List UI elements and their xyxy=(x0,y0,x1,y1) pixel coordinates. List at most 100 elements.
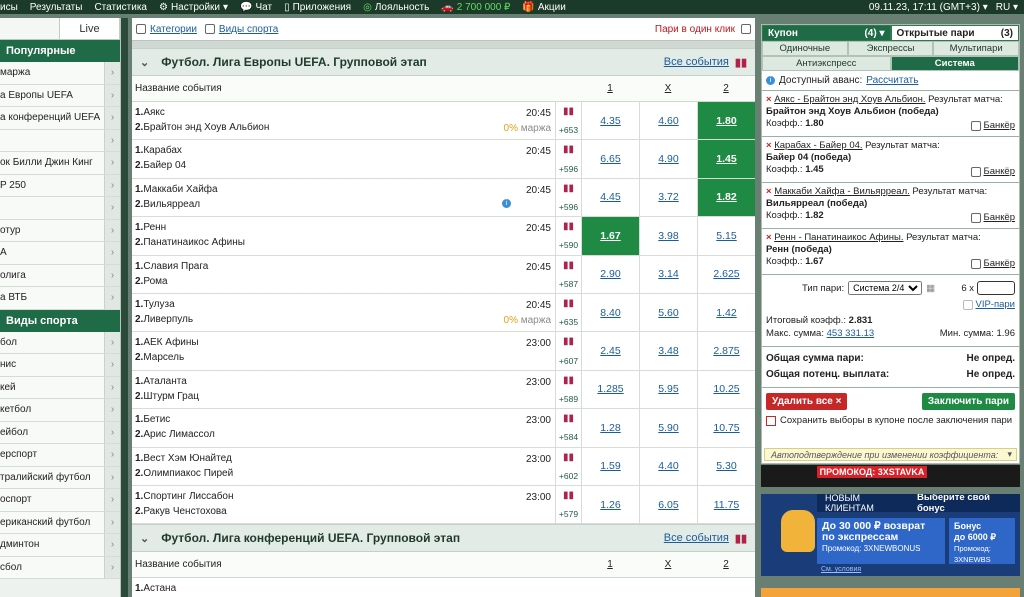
remove-icon[interactable]: × xyxy=(766,140,772,151)
team-home[interactable]: Маккаби Хайфа xyxy=(143,184,217,195)
odds-x[interactable]: 5.95 xyxy=(639,370,697,409)
banker-toggle[interactable]: Банкёр xyxy=(970,212,1015,224)
sports-item[interactable]: ериканский футбол › xyxy=(0,511,120,534)
event-row[interactable]: 1.Ренн 2.Панатинаикос Афины 20:45 ▮▮ +590 1.6… xyxy=(132,217,755,256)
team-away[interactable]: Ракув Ченстохова xyxy=(143,506,226,517)
sports-item[interactable]: кетбол › xyxy=(0,399,120,422)
event-row[interactable]: 1.Вест Хэм Юнайтед 2.Олимпиакос Пирей 23:0… xyxy=(132,447,755,486)
nav-item-results[interactable]: Результаты xyxy=(30,2,83,13)
team-home[interactable]: Славия Прага xyxy=(143,261,208,272)
popular-item[interactable]: ок Билли Джин Кинг › xyxy=(0,152,120,175)
section-header-conference[interactable]: ⌄ Футбол. Лига конференций UEFA. Группов… xyxy=(132,524,755,553)
nav-item-statistics[interactable]: Статистика xyxy=(94,2,147,13)
chevron-right-icon[interactable]: › xyxy=(104,511,120,533)
terms-link[interactable]: См. условия xyxy=(821,566,861,573)
event-row[interactable]: 1.Аякс 2.Брайтон энд Хоув Альбион 20:45 0% … xyxy=(132,102,755,141)
chevron-right-icon[interactable]: › xyxy=(104,152,120,174)
sports-item[interactable]: оспорт › xyxy=(0,489,120,512)
odds-1[interactable]: 1.26 xyxy=(581,485,639,524)
section-header-europa[interactable]: ⌄ Футбол. Лига Европы UEFA. Групповой эт… xyxy=(132,48,755,76)
sports-item[interactable]: нис › xyxy=(0,354,120,377)
mode-system[interactable]: Система xyxy=(890,56,1019,71)
more-markets-count[interactable]: +602 xyxy=(559,471,578,481)
chevron-right-icon[interactable]: › xyxy=(104,84,120,106)
event-row[interactable]: 1.Бетис 2.Арис Лимассол 23:00 ▮▮ +584 1.28 5.9… xyxy=(132,409,755,448)
one-click-checkbox[interactable] xyxy=(741,24,751,34)
one-click-bet[interactable]: Пари в один клик xyxy=(655,24,751,35)
autoconfirm-dropdown[interactable]: Автоподтверждение при изменении коэффици… xyxy=(764,448,1017,461)
odds-2[interactable]: 1.82 xyxy=(697,178,755,217)
place-bet-button[interactable]: Заключить пари xyxy=(921,393,1015,410)
team-away[interactable]: Олимпиакос Пирей xyxy=(143,468,233,479)
tab-live[interactable]: Live xyxy=(60,18,120,39)
chevron-right-icon[interactable]: › xyxy=(104,489,120,511)
more-markets-count[interactable]: +579 xyxy=(559,509,578,519)
chevron-right-icon[interactable]: › xyxy=(104,376,120,398)
bet-event-link[interactable]: Ренн - Панатинаикос Афины. xyxy=(774,232,903,243)
mode-antiexpress[interactable]: Антиэкспресс xyxy=(762,56,891,71)
stats-icon[interactable]: ▮▮ xyxy=(563,298,574,309)
sports-item[interactable]: ейбол › xyxy=(0,421,120,444)
sports-item[interactable]: тралийский футбол › xyxy=(0,466,120,489)
more-markets-count[interactable]: +589 xyxy=(559,394,578,404)
stats-icon[interactable]: ▮▮ xyxy=(563,183,574,194)
promo-banner-bonus[interactable]: НОВЫМ КЛИЕНТАМ Выберите свой бонус До 30 … xyxy=(761,494,1020,576)
team-home[interactable]: Аякс xyxy=(143,107,165,118)
popular-item[interactable]: а Европы UEFA › xyxy=(0,84,120,107)
odds-2[interactable]: 1.45 xyxy=(697,140,755,178)
info-icon[interactable]: i xyxy=(766,76,775,85)
team-home[interactable]: Астана xyxy=(143,583,176,594)
stats-icon[interactable]: ▮▮ xyxy=(563,106,574,117)
team-away[interactable]: Арис Лимассол xyxy=(143,429,214,440)
mode-singles[interactable]: Одиночные xyxy=(762,41,848,56)
more-markets-count[interactable]: +596 xyxy=(559,164,578,174)
chevron-right-icon[interactable]: › xyxy=(104,242,120,264)
bonus-option-1[interactable]: До 30 000 ₽ возврат по экспрессам Промокод… xyxy=(817,518,945,564)
chevron-right-icon[interactable]: › xyxy=(104,444,120,466)
odds-1[interactable]: 2.90 xyxy=(581,255,639,293)
stats-icon[interactable]: ▮▮ xyxy=(563,260,574,271)
odds-2[interactable]: 5.15 xyxy=(697,217,755,255)
collapse-icon[interactable]: ⌄ xyxy=(140,532,149,545)
banker-checkbox[interactable] xyxy=(970,121,981,131)
promo-banner-code[interactable]: ПРОМОКОД: 3XSTAVKA xyxy=(761,465,1020,487)
event-row[interactable]: 1.Спортинг Лиссабон 2.Ракув Ченстохова 23:… xyxy=(132,485,755,525)
team-home[interactable]: Тулуза xyxy=(143,299,174,310)
team-home[interactable]: АЕК Афины xyxy=(143,337,198,348)
chevron-right-icon[interactable]: › xyxy=(104,197,120,219)
nav-item-jackpot[interactable]: 🚗 2 700 000 ₽ xyxy=(441,2,510,13)
stats-icon[interactable]: ▮▮ xyxy=(563,413,574,424)
event-row[interactable]: 1.Маккаби Хайфа 2.Вильярреал 20:45 i ▮▮ +596 4… xyxy=(132,178,755,218)
stats-icon[interactable]: ▮▮ xyxy=(563,375,574,386)
chevron-right-icon[interactable]: › xyxy=(104,331,120,353)
team-away[interactable]: Марсель xyxy=(143,352,184,363)
team-away[interactable]: Вильярреал xyxy=(143,199,200,210)
more-markets-count[interactable]: +590 xyxy=(559,240,578,250)
team-away[interactable]: Брайтон энд Хоув Альбион xyxy=(143,122,269,133)
chevron-right-icon[interactable]: › xyxy=(104,287,120,309)
odds-2[interactable]: 10.25 xyxy=(697,370,755,409)
event-row[interactable]: 1.Тулуза 2.Ливерпуль 20:45 0% маржа ▮▮ +635 8.… xyxy=(132,293,755,333)
odds-2[interactable]: 11.75 xyxy=(697,485,755,524)
popular-item[interactable]: а конференций UEFA › xyxy=(0,107,120,130)
odds-1[interactable]: 8.40 xyxy=(581,293,639,332)
sports-item[interactable]: сбол › xyxy=(0,556,120,579)
popular-item[interactable]: P 250 › xyxy=(0,174,120,197)
sports-checkbox[interactable] xyxy=(204,24,215,34)
more-markets-count[interactable]: +653 xyxy=(559,125,578,135)
odds-1[interactable]: 4.45 xyxy=(581,178,639,217)
event-row[interactable]: 1.Славия Прага 2.Рома 20:45 ▮▮ +587 2.90 3.14 2… xyxy=(132,255,755,294)
odds-1[interactable]: 1.28 xyxy=(581,409,639,447)
chevron-right-icon[interactable]: › xyxy=(104,354,120,376)
sidebar-scrollbar[interactable] xyxy=(121,18,128,597)
system-type-select[interactable]: Система 2/4 xyxy=(848,281,923,295)
popular-item[interactable]: А › xyxy=(0,242,120,265)
bonus-option-2[interactable]: Бонус до 6000 ₽ Промокод: 3XNEWBS xyxy=(949,518,1015,564)
odds-x[interactable]: 3.98 xyxy=(639,217,697,255)
stake-input[interactable] xyxy=(977,281,1015,295)
odds-x[interactable]: 3.48 xyxy=(639,332,697,370)
event-row[interactable]: 1.АЕК Афины 2.Марсель 23:00 ▮▮ +607 2.45 3.48 2… xyxy=(132,332,755,371)
chevron-right-icon[interactable]: › xyxy=(104,466,120,488)
all-events-link[interactable]: Все события xyxy=(664,532,729,544)
promo-banner-3[interactable] xyxy=(761,588,1020,597)
